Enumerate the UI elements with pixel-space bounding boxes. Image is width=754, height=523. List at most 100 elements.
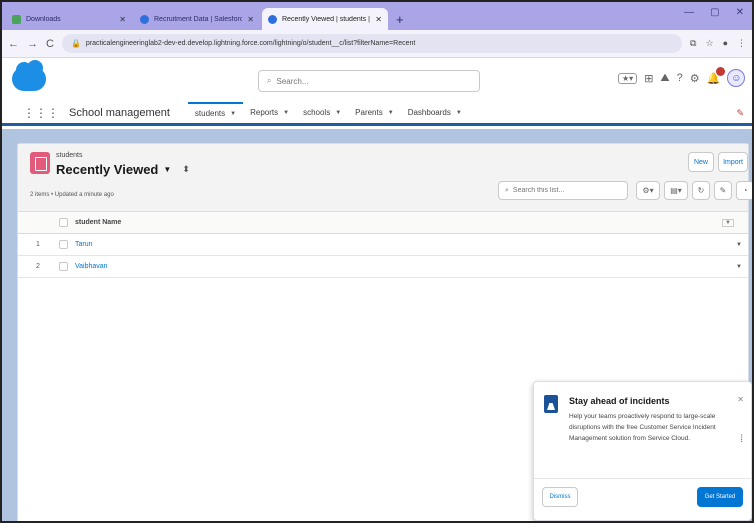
list-settings-gear-icon[interactable]: ⚙▾: [636, 181, 660, 200]
app-name: School management: [69, 106, 170, 119]
incident-promo-popup: Stay ahead of incidents ✕ Help your team…: [533, 381, 752, 521]
back-icon[interactable]: ←: [8, 38, 19, 50]
nav-tab-dashboards[interactable]: Dashboards ▼: [401, 102, 469, 123]
notification-badge: [716, 66, 726, 76]
nav-tab-label: students: [194, 109, 226, 118]
student-name-link[interactable]: Vaibhavan: [75, 263, 108, 270]
browser-tab-downloads[interactable]: Downloads ✕: [6, 8, 132, 30]
browser-toolbar: ← → C 🔒 practicalengineeringlab2-dev-ed.…: [2, 30, 752, 58]
promo-text: Help your teams proactively respond to l…: [569, 413, 716, 442]
row-actions-chevron-icon[interactable]: ▼: [736, 242, 742, 248]
user-avatar[interactable]: ☺: [727, 69, 746, 87]
global-actions-icon[interactable]: ⊞: [644, 72, 653, 85]
browser-tab-strip: Downloads ✕ Recruitment Data | Salesforc…: [2, 2, 752, 30]
chevron-down-icon[interactable]: ▼: [230, 111, 236, 117]
reload-icon[interactable]: C: [46, 38, 54, 50]
edit-list-pencil-icon[interactable]: ✎: [714, 181, 732, 200]
chevron-down-icon[interactable]: ▼: [456, 110, 462, 116]
address-bar[interactable]: 🔒 practicalengineeringlab2-dev-ed.develo…: [61, 34, 683, 53]
salesforce-favicon-icon: [140, 14, 149, 24]
browser-tab-recently-viewed[interactable]: Recently Viewed | students | Salesforce …: [262, 8, 388, 30]
object-label: students: [56, 152, 83, 159]
row-checkbox[interactable]: [59, 240, 68, 249]
list-search[interactable]: ⌕: [498, 181, 628, 200]
table-row: 2 Vaibhavan ▼: [18, 256, 748, 278]
column-menu-chevron-icon[interactable]: ▼: [722, 218, 734, 227]
close-icon[interactable]: ✕: [737, 395, 744, 404]
select-all-checkbox[interactable]: [59, 218, 68, 227]
row-number: 1: [36, 241, 40, 248]
downloads-icon: [12, 14, 21, 24]
nav-tab-parents[interactable]: Parents ▼: [348, 102, 401, 123]
global-search-input[interactable]: [276, 76, 457, 86]
nav-tab-label: Reports: [250, 108, 279, 117]
notifications-bell-icon[interactable]: 🔔: [707, 66, 726, 85]
flask-icon: [544, 395, 558, 413]
row-actions-chevron-icon[interactable]: ▼: [736, 264, 742, 270]
browser-tab-title: Recruitment Data | Salesforce: [154, 15, 243, 23]
item-count-status: 2 items • Updated a minute ago: [30, 192, 114, 198]
student-object-icon: [30, 152, 50, 174]
promo-title: Stay ahead of incidents: [569, 396, 670, 406]
scrollbar-handle[interactable]: ⁞: [740, 434, 743, 445]
list-view-header: students Recently Viewed ▼ ⬍ 2 items • U…: [18, 144, 752, 212]
close-icon[interactable]: ✕: [247, 15, 254, 24]
favorites-star-icon[interactable]: ★▾: [618, 72, 638, 84]
chevron-down-icon[interactable]: ▼: [335, 110, 341, 116]
forward-icon[interactable]: →: [27, 38, 38, 50]
minimize-button[interactable]: —: [684, 7, 694, 18]
browser-tab-title: Downloads: [26, 15, 61, 23]
setup-gear-icon[interactable]: ⚙: [690, 72, 700, 85]
browser-extension-icons: ⧉ ☆ ● ⋮: [690, 38, 746, 49]
chevron-down-icon[interactable]: ▼: [163, 165, 171, 174]
browser-tab-recruitment[interactable]: Recruitment Data | Salesforce ✕: [134, 8, 260, 30]
close-window-button[interactable]: ✕: [736, 7, 744, 18]
new-button[interactable]: New: [688, 152, 714, 172]
nav-tab-schools[interactable]: schools ▼: [296, 102, 348, 123]
browser-window: Downloads ✕ Recruitment Data | Salesforc…: [0, 0, 754, 523]
import-button[interactable]: Import: [718, 152, 748, 172]
row-checkbox[interactable]: [59, 262, 68, 271]
dismiss-button[interactable]: Dismiss: [542, 487, 578, 507]
trailhead-icon[interactable]: ⛰: [660, 72, 669, 85]
help-icon[interactable]: ?: [677, 72, 683, 84]
chevron-down-icon[interactable]: ▼: [388, 110, 394, 116]
display-as-table-icon[interactable]: ▤▾: [664, 181, 688, 200]
salesforce-logo[interactable]: [12, 60, 46, 91]
charts-icon[interactable]: ◔: [736, 181, 752, 200]
pin-icon[interactable]: ⬍: [182, 164, 190, 175]
table-row: 1 Tarun ▼: [18, 234, 748, 256]
global-search[interactable]: ⌕: [258, 70, 480, 92]
search-icon: ⌕: [505, 186, 509, 194]
url-text: practicalengineeringlab2-dev-ed.develop.…: [85, 40, 416, 47]
bookmark-star-icon[interactable]: ☆: [705, 38, 713, 49]
list-view-switcher[interactable]: Recently Viewed ▼ ⬍: [56, 162, 190, 177]
list-toolbar: ⚙▾ ▤▾ ↻ ✎ ◔ ⏷: [636, 181, 752, 200]
nav-tab-label: Dashboards: [407, 108, 451, 117]
extensions-icon[interactable]: ⧉: [690, 38, 696, 49]
profile-icon[interactable]: ●: [723, 38, 728, 49]
salesforce-global-header: ⌕ ★▾ ⊞ ⛰ ? ⚙ 🔔 ☺: [2, 58, 752, 102]
promo-divider: [534, 478, 751, 479]
list-view-title: Recently Viewed: [56, 162, 159, 177]
lock-icon: 🔒: [70, 39, 81, 48]
header-icons: ★▾ ⊞ ⛰ ? ⚙ 🔔 ☺: [618, 66, 746, 87]
get-started-button[interactable]: Get Started: [697, 487, 743, 507]
refresh-icon[interactable]: ↻: [692, 181, 710, 200]
close-icon[interactable]: ✕: [119, 15, 126, 24]
row-number: 2: [36, 263, 40, 270]
window-controls: — ▢ ✕: [684, 7, 744, 18]
app-launcher-icon[interactable]: ⋮⋮⋮: [23, 106, 59, 120]
maximize-button[interactable]: ▢: [710, 7, 719, 18]
search-icon: ⌕: [267, 76, 272, 85]
nav-tab-students[interactable]: students ▼: [187, 102, 244, 123]
nav-tab-reports[interactable]: Reports ▼: [243, 102, 296, 123]
new-tab-button[interactable]: +: [390, 12, 410, 30]
edit-nav-pencil-icon[interactable]: ✎: [736, 108, 744, 119]
list-search-input[interactable]: [512, 187, 613, 194]
chevron-down-icon[interactable]: ▼: [283, 110, 289, 116]
student-name-link[interactable]: Tarun: [75, 241, 93, 248]
column-header-student-name[interactable]: student Name: [75, 219, 121, 226]
close-icon[interactable]: ✕: [375, 15, 382, 24]
menu-dots-icon[interactable]: ⋮: [737, 38, 746, 49]
